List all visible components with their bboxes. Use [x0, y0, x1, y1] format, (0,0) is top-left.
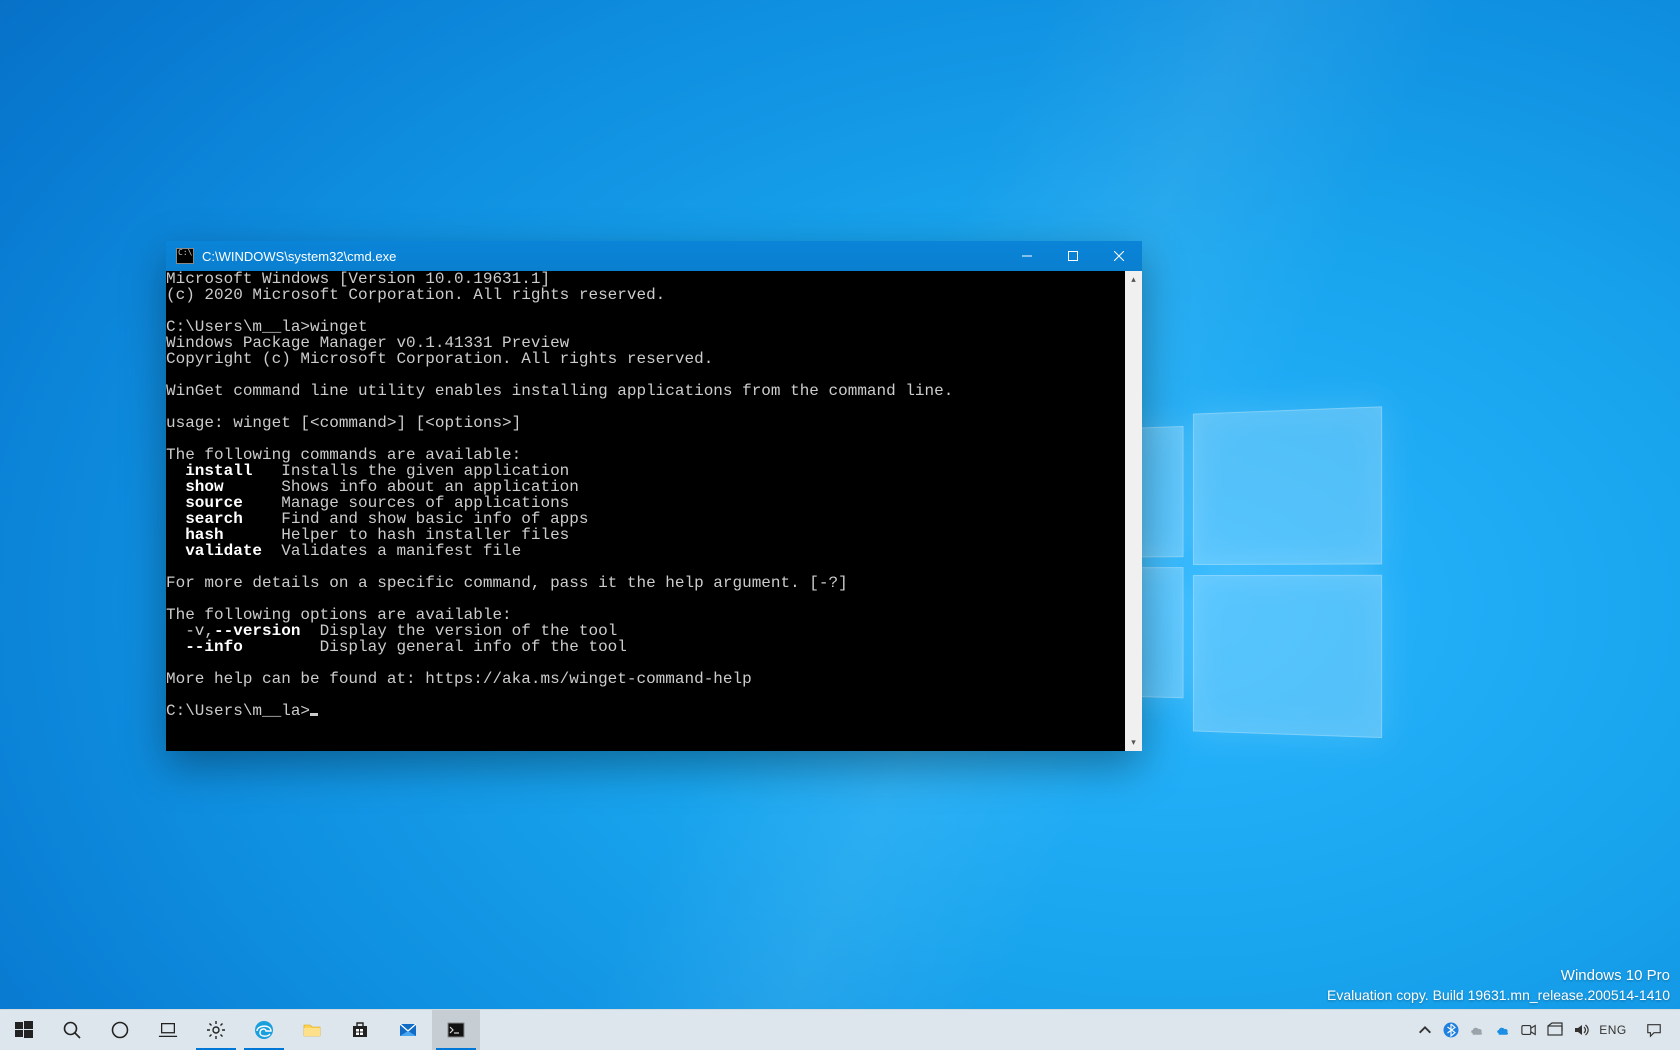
- scrollbar-arrow-up-icon[interactable]: ▴: [1125, 271, 1142, 288]
- tray-onedrive-2[interactable]: [1490, 1010, 1516, 1050]
- cmd-window[interactable]: C:\WINDOWS\system32\cmd.exe Microsoft Wi…: [166, 241, 1142, 751]
- cloud-icon: [1495, 1022, 1511, 1038]
- cmd-line: The following options are available:: [166, 607, 1125, 623]
- taskbar: ENG: [0, 1009, 1680, 1050]
- taskbar-app-cmd[interactable]: [432, 1010, 480, 1050]
- cmd-line: More help can be found at: https://aka.m…: [166, 671, 1125, 687]
- scrollbar-arrow-down-icon[interactable]: ▾: [1125, 734, 1142, 751]
- tray-onedrive-1[interactable]: [1464, 1010, 1490, 1050]
- desktop-wallpaper: Windows 10 Pro Evaluation copy. Build 19…: [0, 0, 1680, 1010]
- cmd-line: Microsoft Windows [Version 10.0.19631.1]: [166, 271, 1125, 287]
- tray-bluetooth[interactable]: [1438, 1010, 1464, 1050]
- minimize-button[interactable]: [1004, 241, 1050, 271]
- desktop-watermark: Windows 10 Pro Evaluation copy. Build 19…: [1327, 966, 1670, 1005]
- task-view-icon: [158, 1020, 178, 1040]
- chevron-up-icon: [1417, 1022, 1433, 1038]
- cmd-line: --info Display general info of the tool: [166, 639, 1125, 655]
- store-icon: [350, 1020, 370, 1040]
- cmd-line: [166, 559, 1125, 575]
- tray-overflow-button[interactable]: [1412, 1010, 1438, 1050]
- search-icon: [62, 1020, 82, 1040]
- cmd-line: WinGet command line utility enables inst…: [166, 383, 1125, 399]
- taskbar-app-edge[interactable]: [240, 1010, 288, 1050]
- cmd-icon: [446, 1020, 466, 1040]
- camera-icon: [1521, 1022, 1537, 1038]
- cmd-line: Windows Package Manager v0.1.41331 Previ…: [166, 335, 1125, 351]
- cmd-line: source Manage sources of applications: [166, 495, 1125, 511]
- cmd-line: search Find and show basic info of apps: [166, 511, 1125, 527]
- keyboard-layout-icon: [1547, 1022, 1563, 1038]
- close-button[interactable]: [1096, 241, 1142, 271]
- folder-icon: [302, 1020, 322, 1040]
- tray-volume[interactable]: [1568, 1010, 1594, 1050]
- cmd-line: [166, 655, 1125, 671]
- taskbar-spacer: [480, 1010, 1408, 1050]
- cmd-line: usage: winget [<command>] [<options>]: [166, 415, 1125, 431]
- cortana-button[interactable]: [96, 1010, 144, 1050]
- taskbar-app-settings[interactable]: [192, 1010, 240, 1050]
- system-tray: ENG: [1408, 1010, 1680, 1050]
- cmd-line: For more details on a specific command, …: [166, 575, 1125, 591]
- tray-action-center[interactable]: [1632, 1010, 1676, 1050]
- cmd-line: C:\Users\m__la>winget: [166, 319, 1125, 335]
- action-center-icon: [1646, 1022, 1662, 1038]
- cmd-line: [166, 303, 1125, 319]
- cmd-line: The following commands are available:: [166, 447, 1125, 463]
- start-button[interactable]: [0, 1010, 48, 1050]
- cmd-app-icon: [176, 248, 194, 264]
- watermark-line-2: Evaluation copy. Build 19631.mn_release.…: [1327, 986, 1670, 1005]
- tray-input-indicator[interactable]: [1542, 1010, 1568, 1050]
- cmd-line: [166, 687, 1125, 703]
- tray-language[interactable]: ENG: [1594, 1010, 1632, 1050]
- bluetooth-icon: [1443, 1022, 1459, 1038]
- gear-icon: [206, 1020, 226, 1040]
- cmd-line: [166, 591, 1125, 607]
- cmd-output-area[interactable]: Microsoft Windows [Version 10.0.19631.1]…: [166, 271, 1125, 751]
- cmd-cursor: [310, 713, 318, 716]
- taskbar-app-mail[interactable]: [384, 1010, 432, 1050]
- task-view-button[interactable]: [144, 1010, 192, 1050]
- cmd-title-text: C:\WINDOWS\system32\cmd.exe: [202, 249, 1004, 264]
- tray-language-label: ENG: [1599, 1023, 1627, 1037]
- cmd-line: (c) 2020 Microsoft Corporation. All righ…: [166, 287, 1125, 303]
- cmd-line: [166, 367, 1125, 383]
- cmd-scrollbar[interactable]: ▴ ▾: [1125, 271, 1142, 751]
- cmd-line: show Shows info about an application: [166, 479, 1125, 495]
- cmd-line: install Installs the given application: [166, 463, 1125, 479]
- tray-meet-now[interactable]: [1516, 1010, 1542, 1050]
- cloud-icon: [1469, 1022, 1485, 1038]
- taskbar-app-file-explorer[interactable]: [288, 1010, 336, 1050]
- cmd-prompt-line: C:\Users\m__la>: [166, 703, 1125, 719]
- cortana-icon: [110, 1020, 130, 1040]
- mail-icon: [398, 1020, 418, 1040]
- volume-icon: [1573, 1022, 1589, 1038]
- cmd-titlebar[interactable]: C:\WINDOWS\system32\cmd.exe: [166, 241, 1142, 271]
- cmd-line: validate Validates a manifest file: [166, 543, 1125, 559]
- search-button[interactable]: [48, 1010, 96, 1050]
- cmd-line: -v,--version Display the version of the …: [166, 623, 1125, 639]
- taskbar-app-store[interactable]: [336, 1010, 384, 1050]
- edge-icon: [254, 1020, 274, 1040]
- watermark-line-1: Windows 10 Pro: [1327, 966, 1670, 986]
- cmd-line: Copyright (c) Microsoft Corporation. All…: [166, 351, 1125, 367]
- cmd-line: hash Helper to hash installer files: [166, 527, 1125, 543]
- windows-start-icon: [14, 1020, 34, 1040]
- cmd-line: [166, 399, 1125, 415]
- window-controls: [1004, 241, 1142, 271]
- cmd-line: [166, 431, 1125, 447]
- maximize-button[interactable]: [1050, 241, 1096, 271]
